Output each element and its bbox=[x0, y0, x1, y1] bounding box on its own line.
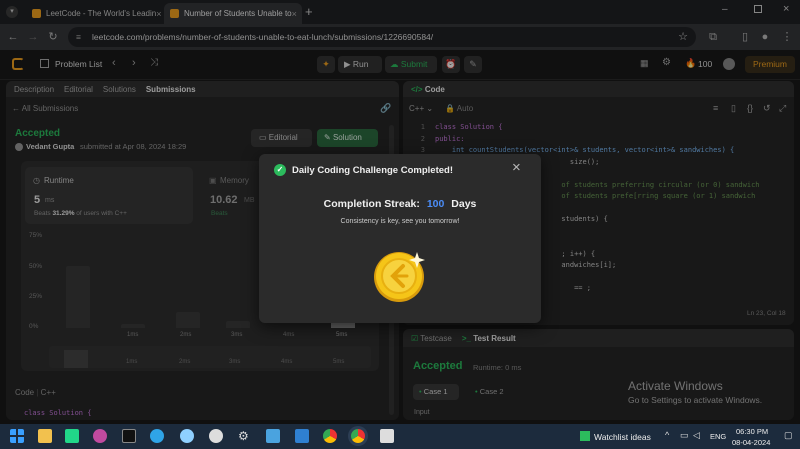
watchlist-label: Watchlist ideas bbox=[594, 432, 651, 442]
input-language[interactable]: ENG bbox=[710, 432, 726, 441]
mail-app-icon[interactable] bbox=[266, 429, 280, 443]
chrome-active-icon[interactable] bbox=[351, 429, 365, 443]
terminal-app-icon[interactable] bbox=[122, 429, 136, 443]
notification-icon[interactable]: ▢ bbox=[784, 430, 793, 441]
volume-icon[interactable]: ◁ bbox=[693, 430, 700, 441]
leetcode-coin-icon bbox=[373, 249, 427, 303]
daily-challenge-modal: ✓ Daily Coding Challenge Completed! × Co… bbox=[259, 154, 541, 323]
app-icon[interactable] bbox=[93, 429, 107, 443]
photos-icon[interactable] bbox=[380, 429, 394, 443]
pen-app-icon[interactable] bbox=[180, 429, 194, 443]
settings-app-icon[interactable]: ⚙ bbox=[238, 429, 252, 443]
stock-chart-icon bbox=[580, 431, 590, 441]
watchlist-widget[interactable]: Watchlist ideas bbox=[580, 431, 651, 442]
streak-value: 100 bbox=[426, 198, 445, 210]
vscode-icon[interactable] bbox=[295, 429, 309, 443]
wifi-icon[interactable]: ▭ bbox=[680, 430, 689, 441]
tray-chevron-icon[interactable]: ^ bbox=[665, 430, 669, 440]
modal-title: Daily Coding Challenge Completed! bbox=[292, 165, 453, 176]
modal-message: Consistency is key, see you tomorrow! bbox=[340, 218, 460, 225]
windows-start-icon[interactable] bbox=[10, 429, 24, 443]
close-modal-button[interactable]: × bbox=[512, 159, 521, 176]
chrome-icon[interactable] bbox=[323, 429, 337, 443]
file-explorer-icon[interactable] bbox=[38, 429, 52, 443]
streak-line: Completion Streak: 100 Days bbox=[259, 198, 541, 210]
clock-date[interactable]: 08-04-2024 bbox=[732, 438, 770, 447]
pycharm-icon[interactable] bbox=[65, 429, 79, 443]
windows-taskbar: ⚙ Watchlist ideas ^ ▭ ◁ ENG 06:30 PM 08-… bbox=[0, 424, 800, 449]
clock-time[interactable]: 06:30 PM bbox=[736, 427, 768, 436]
edge-icon[interactable] bbox=[150, 429, 164, 443]
streak-unit: Days bbox=[451, 198, 477, 210]
streak-label: Completion Streak: bbox=[323, 198, 420, 210]
check-circle-icon: ✓ bbox=[274, 164, 286, 176]
github-icon[interactable] bbox=[209, 429, 223, 443]
